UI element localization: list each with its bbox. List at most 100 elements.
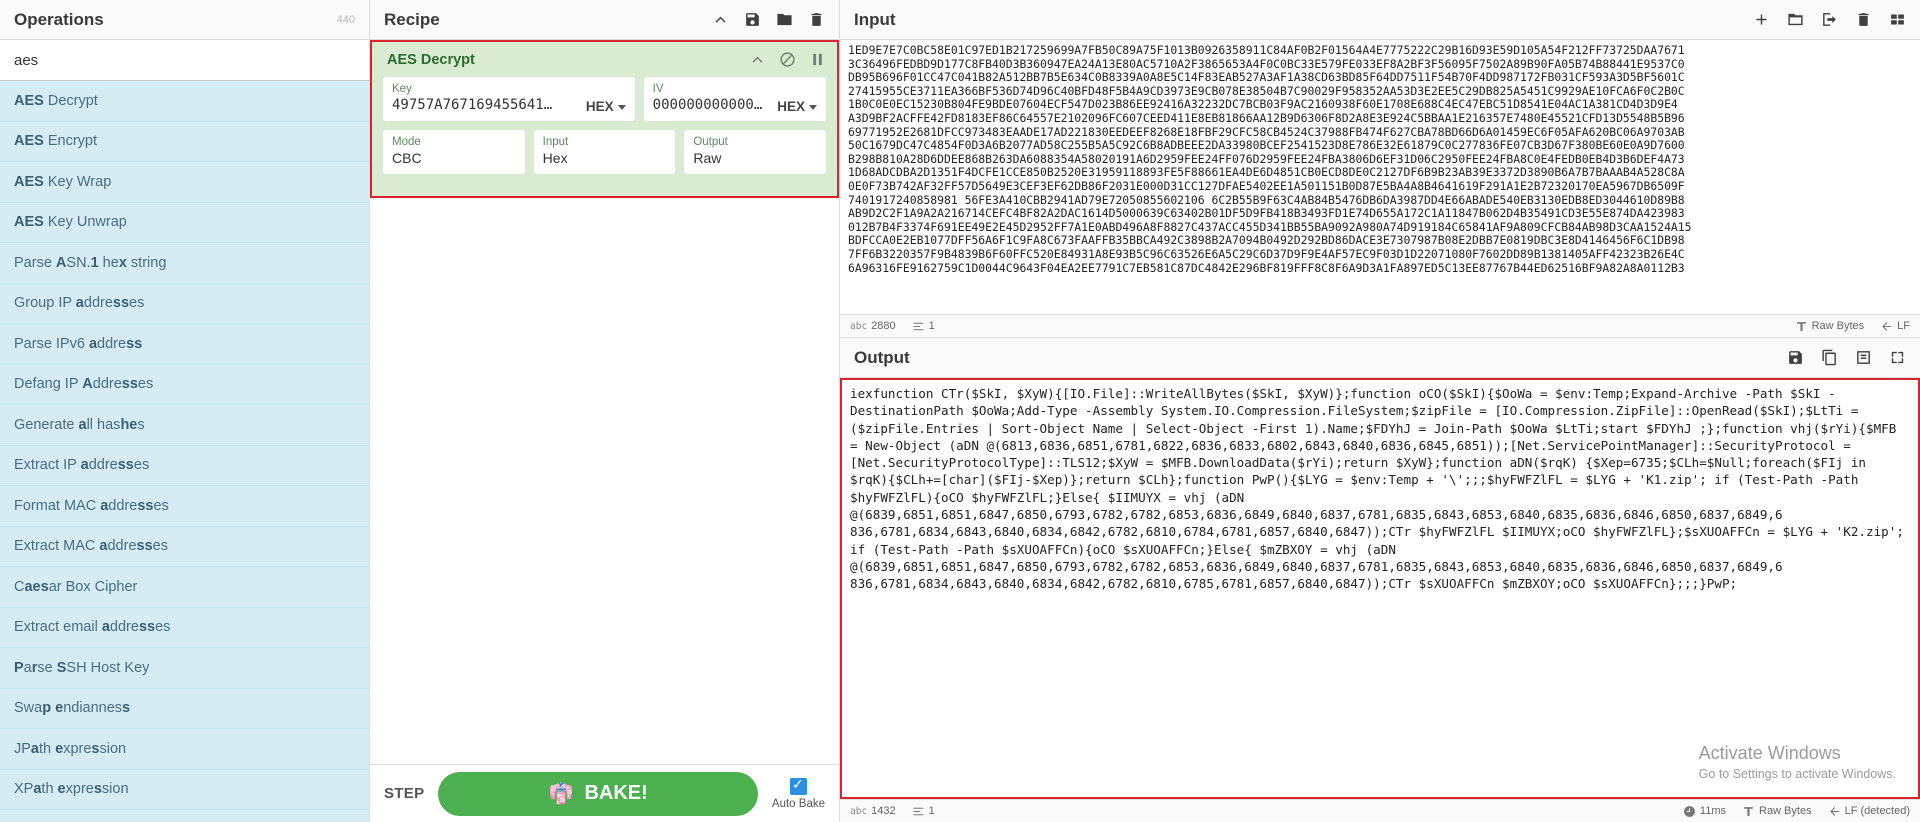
step-button[interactable]: STEP [384, 785, 424, 802]
operation-list-item-label: Extract email addresses [14, 619, 171, 636]
auto-bake-toggle[interactable]: Auto Bake [771, 776, 825, 810]
iv-label: IV [652, 83, 664, 95]
operation-list-item-label: Defang IP Addresses [14, 376, 154, 393]
recipe-panel: Recipe AES Decrypt Key 49757A76716945564… [370, 0, 840, 822]
auto-bake-checkbox[interactable] [789, 776, 807, 795]
operation-list-item[interactable]: AES Key Unwrap [0, 202, 369, 243]
copy-icon[interactable] [1821, 349, 1838, 366]
operation-list-item[interactable]: Defang IP Addresses [0, 364, 369, 405]
maximise-icon[interactable] [1889, 349, 1906, 366]
operations-panel: Operations 440 AES DecryptAES EncryptAES… [0, 0, 370, 822]
input-format-arg[interactable]: Input Hex [533, 130, 676, 174]
font-icon [1795, 320, 1808, 333]
output-format-arg[interactable]: Output Raw [684, 130, 827, 174]
operation-list-item[interactable]: XPath expression [0, 769, 369, 810]
key-arg[interactable]: Key 49757A767169455641… HEX [383, 77, 635, 121]
auto-bake-label: Auto Bake [771, 797, 825, 810]
operation-list-item[interactable]: AES Key Wrap [0, 162, 369, 203]
mode-arg[interactable]: Mode CBC [383, 130, 525, 174]
recipe-operation-aes-decrypt[interactable]: AES Decrypt Key 49757A767169455641… HEX … [370, 40, 839, 198]
output-toolbar [1787, 349, 1906, 366]
chevron-up-icon[interactable] [749, 51, 766, 68]
output-title: Output [854, 347, 910, 367]
output-text[interactable]: iexfunction CTr($SkI, $XyW){[IO.File]::W… [842, 380, 1918, 797]
operation-list-item[interactable]: AES Encrypt [0, 121, 369, 162]
operation-list-item-label: AES Encrypt [14, 133, 98, 150]
operation-list-item[interactable]: Extract email addresses [0, 607, 369, 648]
input-text[interactable]: 1ED9E7E7C0BC58E01C97ED1B217259699A7FB50C… [840, 40, 1920, 314]
key-type-dropdown[interactable]: HEX [576, 99, 626, 115]
chef-hat-icon: 👘 [548, 783, 574, 805]
length-icon: abc [850, 320, 868, 332]
output-panel: Output iexfunction CTr($SkI, $XyW){[IO.F… [840, 338, 1920, 822]
replace-input-icon[interactable] [1855, 349, 1872, 366]
operation-list-item-label: Group IP addresses [14, 295, 145, 312]
operation-list-item[interactable]: Caesar Box Cipher [0, 567, 369, 608]
iv-type-label: HEX [777, 99, 805, 114]
recipe-args-row-2: Mode CBC Input Hex Output Raw [383, 130, 827, 174]
add-icon[interactable] [1753, 11, 1770, 28]
operation-list-item[interactable]: Format MAC addresses [0, 486, 369, 527]
breakpoint-icon[interactable] [809, 51, 826, 68]
open-input-icon[interactable] [1821, 11, 1838, 28]
operations-list[interactable]: AES Decrypt AES Encrypt AES Key Wrap AES Ke… [0, 81, 369, 822]
input-format-value: Hex [542, 150, 568, 166]
input-line-ending-value: LF [1897, 320, 1910, 332]
operation-list-item-label: Format MAC addresses [14, 497, 169, 514]
recipe-operation-title: AES Decrypt [387, 51, 475, 68]
input-body[interactable]: 1ED9E7E7C0BC58E01C97ED1B217259699A7FB50C… [840, 40, 1920, 314]
length-icon: abc [850, 805, 868, 817]
iv-arg[interactable]: IV 00000000000000000… HEX [643, 77, 826, 121]
operation-list-item[interactable]: Group IP addresses [0, 283, 369, 324]
operation-list-item[interactable]: Parse SSH Host Key [0, 648, 369, 689]
chevron-down-icon [809, 104, 817, 110]
recipe-footer: STEP 👘 BAKE! Auto Bake [370, 764, 839, 822]
operation-list-item-label: AES Key Unwrap [14, 214, 127, 231]
lines-icon [912, 320, 925, 333]
trash-icon[interactable] [1855, 11, 1872, 28]
chevron-up-icon[interactable] [712, 11, 729, 28]
operation-list-item-label: Extract IP addresses [14, 457, 150, 474]
input-status-bar: abc 2880 1 Raw Bytes LF [840, 314, 1920, 337]
input-encoding[interactable]: Raw Bytes [1795, 320, 1864, 333]
output-bake-time: 11ms [1683, 805, 1726, 818]
operation-list-item[interactable]: Extract MAC addresses [0, 526, 369, 567]
bake-label: BAKE! [584, 782, 648, 804]
bake-button[interactable]: 👘 BAKE! [438, 771, 758, 816]
save-icon[interactable] [1787, 349, 1804, 366]
input-length-value: 2880 [871, 320, 896, 332]
operation-list-item[interactable]: Extract IP addresses [0, 445, 369, 486]
disable-icon[interactable] [779, 51, 796, 68]
output-body[interactable]: iexfunction CTr($SkI, $XyW){[IO.File]::W… [840, 378, 1920, 799]
chevron-down-icon [617, 104, 626, 110]
operation-list-item[interactable]: AES Decrypt [0, 81, 369, 122]
output-line-ending[interactable]: LF (detected) [1828, 805, 1910, 818]
operation-list-item[interactable]: JPath expression [0, 729, 369, 770]
search-input[interactable] [0, 40, 369, 80]
operation-list-item[interactable]: Generate all hashes [0, 405, 369, 446]
operation-list-item-label: Generate all hashes [14, 416, 145, 433]
save-icon[interactable] [744, 11, 761, 28]
io-column: Input 1ED9E7E7C0BC58E01C97ED1B217259699A… [840, 0, 1920, 822]
operation-list-item[interactable]: Swap endianness [0, 688, 369, 729]
operation-list-item-label: AES Key Wrap [14, 173, 112, 190]
list-icon[interactable] [1889, 11, 1906, 28]
cyberchef-app: Operations 440 AES DecryptAES EncryptAES… [0, 0, 1920, 822]
output-format-value: Raw [693, 150, 722, 166]
key-type-label: HEX [585, 99, 614, 114]
output-encoding[interactable]: Raw Bytes [1742, 805, 1812, 818]
output-line-ending-value: LF (detected) [1844, 805, 1910, 817]
trash-icon[interactable] [808, 11, 825, 28]
output-length: abc 1432 [850, 805, 896, 817]
input-status-right: Raw Bytes LF [1795, 320, 1910, 333]
operation-list-item-label: JPath expression [14, 740, 127, 757]
operation-list-item[interactable]: Parse ASN.1 hex string [0, 243, 369, 284]
input-line-ending[interactable]: LF [1880, 320, 1910, 333]
iv-type-dropdown[interactable]: HEX [767, 99, 817, 115]
folder-open-icon[interactable] [1787, 11, 1804, 28]
mode-value: CBC [392, 150, 422, 166]
operation-list-item[interactable]: Parse IPv6 address [0, 324, 369, 365]
operations-search-wrap [0, 40, 369, 81]
recipe-operation-list[interactable]: AES Decrypt Key 49757A767169455641… HEX … [370, 40, 839, 764]
folder-icon[interactable] [776, 11, 793, 28]
